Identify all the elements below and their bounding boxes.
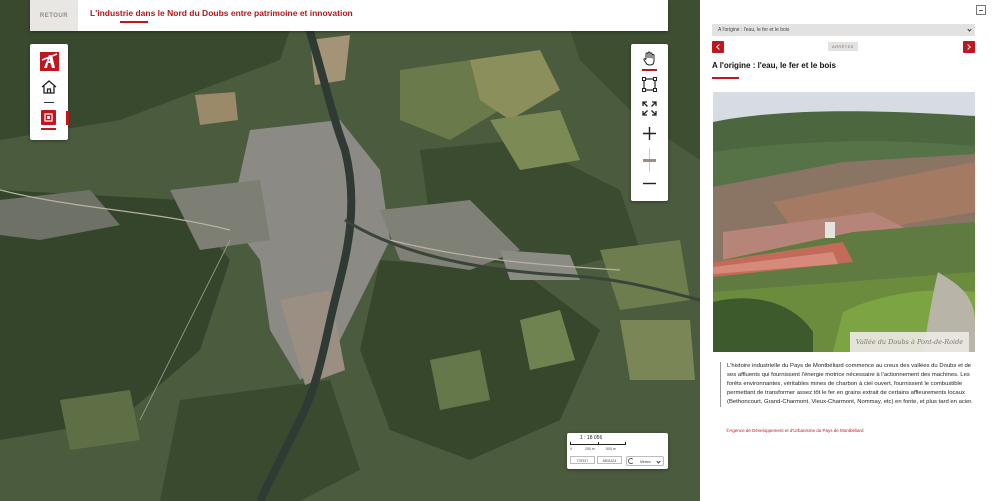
story-text: L'histoire industrielle du Pays de Montb… — [720, 362, 978, 407]
story-sidebar: A l'origine : l'eau, le fer et le bois A… — [700, 0, 1000, 501]
panel-divider — [44, 102, 54, 103]
chapter-select-value: A l'origine : l'eau, le fer et le bois — [718, 27, 790, 33]
app-root: RETOUR L'industrie dans le Nord du Doubs… — [0, 0, 1000, 501]
chevron-down-icon — [656, 459, 661, 464]
page-title: L'industrie dans le Nord du Doubs entre … — [90, 8, 353, 18]
scale-label-0: 0 — [570, 447, 572, 451]
refresh-icon[interactable] — [628, 458, 634, 464]
scale-label-500: 500 m — [606, 447, 616, 451]
stop-button[interactable]: ARRÊTER — [828, 42, 858, 51]
chapter-select[interactable]: A l'origine : l'eau, le fer et le bois — [712, 24, 975, 36]
hand-icon[interactable] — [641, 50, 658, 67]
landscape-photo — [713, 92, 975, 352]
chevron-down-icon — [967, 26, 972, 32]
zoom-slider-handle[interactable] — [643, 159, 656, 162]
photo-caption: Vallée du Doubs à Pont-de-Roide — [850, 332, 969, 352]
back-button[interactable]: RETOUR — [30, 0, 78, 31]
previous-button[interactable] — [712, 41, 724, 53]
map-toolbar — [631, 44, 668, 201]
layers-icon[interactable] — [41, 110, 56, 125]
collapse-button[interactable] — [976, 5, 986, 15]
next-button[interactable] — [963, 41, 975, 53]
left-panel — [30, 44, 69, 140]
panel-tab[interactable] — [66, 111, 69, 125]
plus-icon[interactable] — [641, 125, 658, 142]
map-header: RETOUR L'industrie dans le Nord du Doubs… — [30, 0, 668, 31]
coord-x-field[interactable]: 737517 — [570, 456, 595, 464]
minus-icon[interactable] — [641, 175, 658, 192]
agency-logo-icon[interactable] — [40, 52, 59, 71]
bounding-box-icon[interactable] — [641, 76, 658, 93]
active-underline — [41, 128, 56, 130]
credit-link[interactable]: ©Agence de Développement et d'Urbanisme … — [726, 428, 864, 433]
aerial-map[interactable]: RETOUR L'industrie dans le Nord du Doubs… — [0, 0, 700, 501]
scale-widget: 1 : 18 056 0 250 m 500 m 737517 6803124 … — [567, 433, 668, 469]
scale-label-250: 250 m — [585, 447, 595, 451]
scale-bar — [570, 442, 626, 445]
scale-ratio: 1 : 18 056 — [580, 435, 603, 441]
title-underline — [120, 21, 148, 23]
coord-y-field[interactable]: 6803124 — [597, 456, 622, 464]
home-icon[interactable] — [41, 80, 57, 94]
aerial-imagery — [0, 0, 700, 501]
active-tool-underline — [642, 69, 657, 71]
section-title: A l'origine : l'eau, le fer et le bois — [712, 61, 836, 70]
expand-icon[interactable] — [641, 100, 658, 117]
section-underline — [712, 77, 739, 79]
unit-value: Mètres — [640, 460, 651, 464]
